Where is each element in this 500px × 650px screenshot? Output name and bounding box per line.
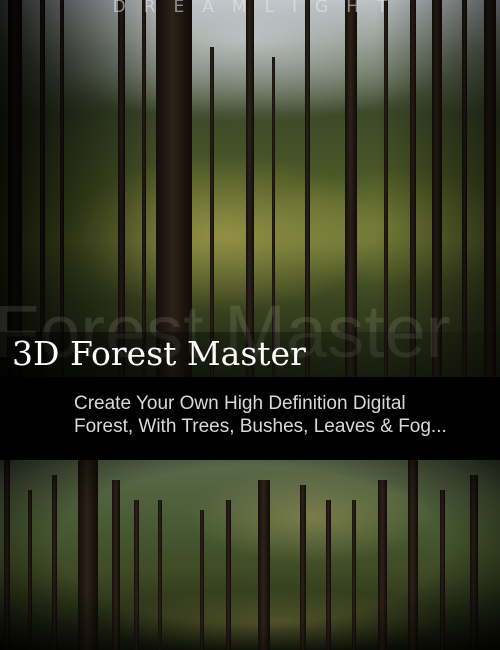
product-title: 3D Forest Master (12, 334, 306, 373)
subtitle-line-2: Forest, With Trees, Bushes, Leaves & Fog… (74, 416, 447, 437)
subtitle-line-1: Create Your Own High Definition Digital (74, 393, 406, 414)
product-subtitle: Create Your Own High Definition Digital … (74, 392, 494, 438)
product-cover: DREAMLIGHT Forest Master 3D Forest Maste… (0, 0, 500, 650)
brand-logo-text: DREAMLIGHT (112, 0, 406, 17)
bottom-forest-photo (0, 460, 500, 650)
